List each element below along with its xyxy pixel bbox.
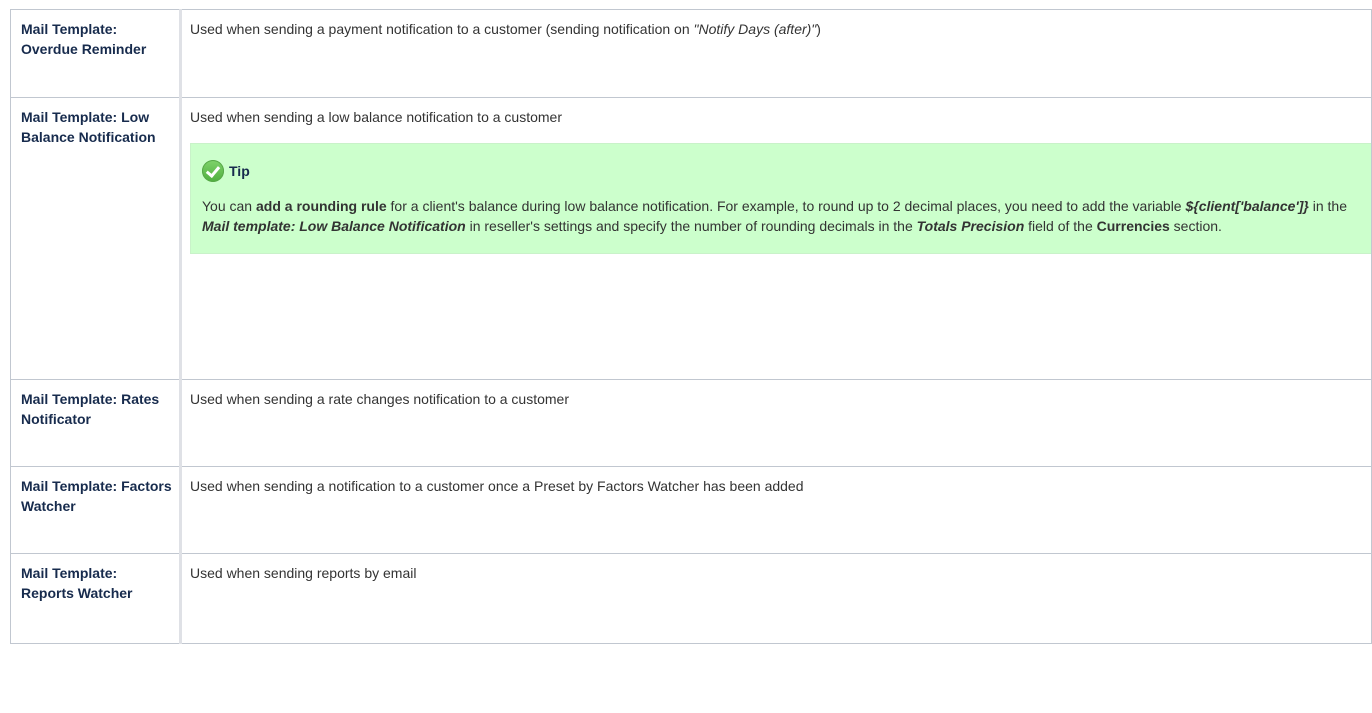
tip-text: field of the (1024, 218, 1097, 234)
table-row: Mail Template: Rates Notificator Used wh… (10, 379, 1372, 467)
row-description: Used when sending a rate changes notific… (190, 391, 570, 407)
tip-title: Tip (229, 163, 250, 179)
tip-section-name: Currencies (1096, 218, 1170, 234)
table-row: Mail Template: Overdue Reminder Used whe… (10, 9, 1372, 98)
row-label: Mail Template: Low Balance Notification (21, 109, 156, 145)
table-row: Mail Template: Low Balance Notification … (10, 97, 1372, 380)
row-description-cell: Used when sending a low balance notifica… (180, 97, 1372, 380)
row-label-cell: Mail Template: Rates Notificator (10, 379, 182, 467)
row-label: Mail Template: Rates Notificator (21, 391, 160, 427)
mail-templates-table: Mail Template: Overdue Reminder Used whe… (10, 9, 1372, 644)
row-label: Mail Template: Factors Watcher (21, 478, 172, 514)
row-label-cell: Mail Template: Reports Watcher (10, 553, 182, 644)
table-row: Mail Template: Factors Watcher Used when… (10, 466, 1372, 554)
tip-text: for a client's balance during low balanc… (386, 198, 1186, 214)
row-label-cell: Mail Template: Factors Watcher (10, 466, 182, 554)
tip-variable: ${client['balance']} (1185, 198, 1309, 214)
row-description-cell: Used when sending a payment notification… (180, 9, 1372, 98)
tip-strong: add a rounding rule (255, 198, 387, 214)
tip-text: in reseller's settings and specify the n… (465, 218, 917, 234)
tip-header: Tip (202, 158, 1372, 184)
description-text-end: ) (816, 21, 821, 37)
row-description-cell: Used when sending a notification to a cu… (180, 466, 1372, 554)
tip-text: in the (1308, 198, 1347, 214)
tip-text: You can (202, 198, 256, 214)
row-description: Used when sending reports by email (190, 565, 417, 581)
row-description-cell: Used when sending a rate changes notific… (180, 379, 1372, 467)
row-description: Used when sending a notification to a cu… (190, 478, 804, 494)
tip-template-name: Mail template: Low Balance Notification (202, 218, 466, 234)
description-text: Used when sending a payment notification… (190, 21, 694, 37)
table-row: Mail Template: Reports Watcher Used when… (10, 553, 1372, 644)
tip-body: You can add a rounding rule for a client… (202, 196, 1372, 236)
tip-text: section. (1169, 218, 1222, 234)
tip-field-name: Totals Precision (916, 218, 1025, 234)
check-circle-icon (202, 160, 224, 182)
row-label: Mail Template: Reports Watcher (21, 565, 133, 601)
row-label: Mail Template: Overdue Reminder (21, 21, 147, 57)
description-emphasis: "Notify Days (after)" (693, 21, 817, 37)
row-label-cell: Mail Template: Low Balance Notification (10, 97, 182, 380)
tip-panel: Tip You can add a rounding rule for a cl… (190, 143, 1372, 254)
row-description: Used when sending a low balance notifica… (190, 109, 562, 125)
row-description-cell: Used when sending reports by email (180, 553, 1372, 644)
row-label-cell: Mail Template: Overdue Reminder (10, 9, 182, 98)
row-description: Used when sending a payment notification… (190, 10, 1371, 39)
